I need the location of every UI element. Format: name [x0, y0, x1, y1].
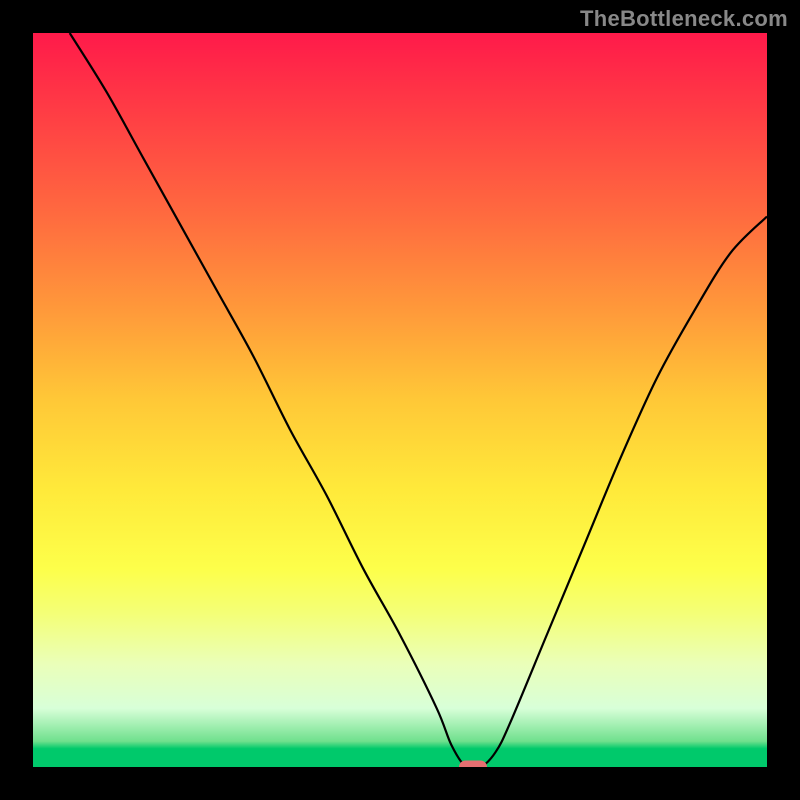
- chart-frame: TheBottleneck.com: [0, 0, 800, 800]
- watermark-text: TheBottleneck.com: [580, 6, 788, 32]
- optimal-point-marker: [459, 761, 487, 768]
- bottleneck-curve: [33, 33, 767, 767]
- plot-area: [33, 33, 767, 767]
